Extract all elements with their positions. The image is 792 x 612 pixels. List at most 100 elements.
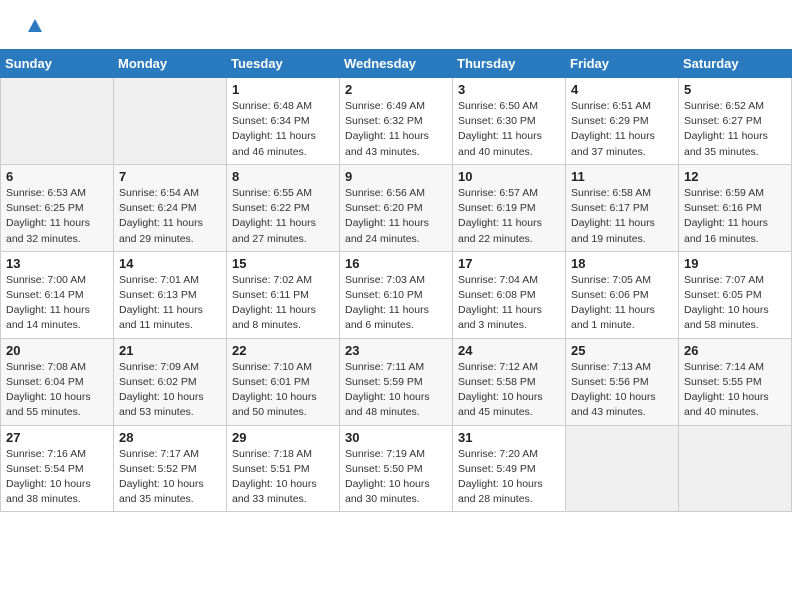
calendar-cell: 18 Sunrise: 7:05 AM Sunset: 6:06 PM Dayli… <box>566 251 679 338</box>
day-number: 29 <box>232 430 334 445</box>
col-header-monday: Monday <box>114 50 227 78</box>
calendar-cell: 12 Sunrise: 6:59 AM Sunset: 6:16 PM Dayli… <box>679 164 792 251</box>
day-info: Sunrise: 6:49 AM Sunset: 6:32 PM Dayligh… <box>345 99 447 160</box>
day-info: Sunrise: 6:51 AM Sunset: 6:29 PM Dayligh… <box>571 99 673 160</box>
day-info: Sunrise: 7:00 AM Sunset: 6:14 PM Dayligh… <box>6 273 108 334</box>
day-info: Sunrise: 6:53 AM Sunset: 6:25 PM Dayligh… <box>6 186 108 247</box>
calendar-cell: 28 Sunrise: 7:17 AM Sunset: 5:52 PM Dayli… <box>114 425 227 512</box>
col-header-saturday: Saturday <box>679 50 792 78</box>
calendar-cell: 31 Sunrise: 7:20 AM Sunset: 5:49 PM Dayli… <box>453 425 566 512</box>
day-info: Sunrise: 6:55 AM Sunset: 6:22 PM Dayligh… <box>232 186 334 247</box>
col-header-tuesday: Tuesday <box>227 50 340 78</box>
calendar-cell: 23 Sunrise: 7:11 AM Sunset: 5:59 PM Dayli… <box>340 338 453 425</box>
calendar-cell: 1 Sunrise: 6:48 AM Sunset: 6:34 PM Daylig… <box>227 78 340 165</box>
calendar-cell: 3 Sunrise: 6:50 AM Sunset: 6:30 PM Daylig… <box>453 78 566 165</box>
day-info: Sunrise: 6:56 AM Sunset: 6:20 PM Dayligh… <box>345 186 447 247</box>
calendar-cell: 22 Sunrise: 7:10 AM Sunset: 6:01 PM Dayli… <box>227 338 340 425</box>
calendar-cell: 27Sunrise: 7:16 AM Sunset: 5:54 PM Dayli… <box>1 425 114 512</box>
day-number: 18 <box>571 256 673 271</box>
day-info: Sunrise: 7:12 AM Sunset: 5:58 PM Dayligh… <box>458 360 560 421</box>
calendar-cell: 26Sunrise: 7:14 AM Sunset: 5:55 PM Dayli… <box>679 338 792 425</box>
calendar-cell: 11 Sunrise: 6:58 AM Sunset: 6:17 PM Dayli… <box>566 164 679 251</box>
calendar-table: SundayMondayTuesdayWednesdayThursdayFrid… <box>0 49 792 512</box>
calendar-week-row: 1 Sunrise: 6:48 AM Sunset: 6:34 PM Daylig… <box>1 78 792 165</box>
calendar-week-row: 6 Sunrise: 6:53 AM Sunset: 6:25 PM Daylig… <box>1 164 792 251</box>
day-info: Sunrise: 7:18 AM Sunset: 5:51 PM Dayligh… <box>232 447 334 508</box>
day-number: 30 <box>345 430 447 445</box>
day-info: Sunrise: 6:59 AM Sunset: 6:16 PM Dayligh… <box>684 186 786 247</box>
day-info: Sunrise: 7:03 AM Sunset: 6:10 PM Dayligh… <box>345 273 447 334</box>
day-number: 11 <box>571 169 673 184</box>
calendar-cell: 5Sunrise: 6:52 AM Sunset: 6:27 PM Daylig… <box>679 78 792 165</box>
calendar-cell: 29 Sunrise: 7:18 AM Sunset: 5:51 PM Dayli… <box>227 425 340 512</box>
calendar-cell: 9 Sunrise: 6:56 AM Sunset: 6:20 PM Daylig… <box>340 164 453 251</box>
day-number: 14 <box>119 256 221 271</box>
day-info: Sunrise: 7:17 AM Sunset: 5:52 PM Dayligh… <box>119 447 221 508</box>
day-number: 13 <box>6 256 108 271</box>
calendar-week-row: 13 Sunrise: 7:00 AM Sunset: 6:14 PM Dayli… <box>1 251 792 338</box>
day-number: 12 <box>684 169 786 184</box>
day-number: 22 <box>232 343 334 358</box>
day-number: 21 <box>119 343 221 358</box>
day-number: 31 <box>458 430 560 445</box>
col-header-thursday: Thursday <box>453 50 566 78</box>
day-number: 6 <box>6 169 108 184</box>
day-info: Sunrise: 7:08 AM Sunset: 6:04 PM Dayligh… <box>6 360 108 421</box>
day-info: Sunrise: 6:50 AM Sunset: 6:30 PM Dayligh… <box>458 99 560 160</box>
day-info: Sunrise: 7:05 AM Sunset: 6:06 PM Dayligh… <box>571 273 673 334</box>
day-info: Sunrise: 7:11 AM Sunset: 5:59 PM Dayligh… <box>345 360 447 421</box>
calendar-cell: 8 Sunrise: 6:55 AM Sunset: 6:22 PM Daylig… <box>227 164 340 251</box>
day-number: 10 <box>458 169 560 184</box>
day-number: 19 <box>684 256 786 271</box>
calendar-cell: 13 Sunrise: 7:00 AM Sunset: 6:14 PM Dayli… <box>1 251 114 338</box>
logo <box>24 18 43 39</box>
day-info: Sunrise: 7:20 AM Sunset: 5:49 PM Dayligh… <box>458 447 560 508</box>
calendar-cell <box>1 78 114 165</box>
day-number: 23 <box>345 343 447 358</box>
day-info: Sunrise: 6:48 AM Sunset: 6:34 PM Dayligh… <box>232 99 334 160</box>
day-number: 3 <box>458 82 560 97</box>
col-header-friday: Friday <box>566 50 679 78</box>
day-info: Sunrise: 6:57 AM Sunset: 6:19 PM Dayligh… <box>458 186 560 247</box>
day-number: 9 <box>345 169 447 184</box>
col-header-sunday: Sunday <box>1 50 114 78</box>
calendar-cell: 7 Sunrise: 6:54 AM Sunset: 6:24 PM Daylig… <box>114 164 227 251</box>
day-info: Sunrise: 7:10 AM Sunset: 6:01 PM Dayligh… <box>232 360 334 421</box>
day-number: 15 <box>232 256 334 271</box>
calendar-cell: 16 Sunrise: 7:03 AM Sunset: 6:10 PM Dayli… <box>340 251 453 338</box>
calendar-cell: 10 Sunrise: 6:57 AM Sunset: 6:19 PM Dayli… <box>453 164 566 251</box>
day-info: Sunrise: 7:13 AM Sunset: 5:56 PM Dayligh… <box>571 360 673 421</box>
day-number: 4 <box>571 82 673 97</box>
day-info: Sunrise: 7:19 AM Sunset: 5:50 PM Dayligh… <box>345 447 447 508</box>
col-header-wednesday: Wednesday <box>340 50 453 78</box>
day-number: 20 <box>6 343 108 358</box>
day-number: 2 <box>345 82 447 97</box>
calendar-header-row: SundayMondayTuesdayWednesdayThursdayFrid… <box>1 50 792 78</box>
calendar-cell: 4 Sunrise: 6:51 AM Sunset: 6:29 PM Daylig… <box>566 78 679 165</box>
calendar-week-row: 20 Sunrise: 7:08 AM Sunset: 6:04 PM Dayli… <box>1 338 792 425</box>
calendar-cell: 25 Sunrise: 7:13 AM Sunset: 5:56 PM Dayli… <box>566 338 679 425</box>
day-number: 25 <box>571 343 673 358</box>
day-number: 24 <box>458 343 560 358</box>
day-number: 28 <box>119 430 221 445</box>
day-number: 8 <box>232 169 334 184</box>
day-number: 27 <box>6 430 108 445</box>
day-info: Sunrise: 6:58 AM Sunset: 6:17 PM Dayligh… <box>571 186 673 247</box>
day-number: 1 <box>232 82 334 97</box>
day-info: Sunrise: 7:02 AM Sunset: 6:11 PM Dayligh… <box>232 273 334 334</box>
day-info: Sunrise: 7:01 AM Sunset: 6:13 PM Dayligh… <box>119 273 221 334</box>
calendar-cell: 24 Sunrise: 7:12 AM Sunset: 5:58 PM Dayli… <box>453 338 566 425</box>
day-info: Sunrise: 6:54 AM Sunset: 6:24 PM Dayligh… <box>119 186 221 247</box>
page-header <box>0 0 792 49</box>
day-info: Sunrise: 7:04 AM Sunset: 6:08 PM Dayligh… <box>458 273 560 334</box>
day-number: 7 <box>119 169 221 184</box>
day-number: 16 <box>345 256 447 271</box>
calendar-cell <box>566 425 679 512</box>
day-info: Sunrise: 7:09 AM Sunset: 6:02 PM Dayligh… <box>119 360 221 421</box>
calendar-cell <box>679 425 792 512</box>
day-number: 5 <box>684 82 786 97</box>
day-info: Sunrise: 7:07 AM Sunset: 6:05 PM Dayligh… <box>684 273 786 334</box>
day-number: 26 <box>684 343 786 358</box>
day-number: 17 <box>458 256 560 271</box>
calendar-cell: 15 Sunrise: 7:02 AM Sunset: 6:11 PM Dayli… <box>227 251 340 338</box>
